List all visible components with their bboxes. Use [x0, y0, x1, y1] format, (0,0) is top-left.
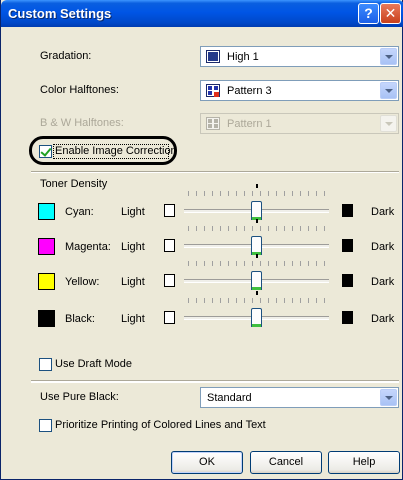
question-icon: ?	[364, 5, 373, 21]
gradation-label: Gradation:	[40, 50, 92, 62]
dark-end-icon	[342, 239, 353, 252]
color-halftones-value: Pattern 3	[227, 85, 272, 97]
light-end-icon	[164, 274, 175, 287]
light-end-icon	[164, 239, 175, 252]
dark-label: Dark	[371, 241, 395, 253]
gradation-select[interactable]: High 1	[200, 46, 399, 67]
image-correction-checkbox[interactable]	[39, 145, 52, 158]
dark-end-icon	[342, 274, 353, 287]
title-bar[interactable]: Custom Settings ? ✕	[1, 0, 403, 27]
bw-halftones-select: Pattern 1	[200, 113, 399, 134]
center-tick	[256, 291, 258, 295]
slider-thumb[interactable]	[251, 308, 262, 327]
help-button[interactable]: Help	[328, 451, 400, 474]
draft-mode-label[interactable]: Use Draft Mode	[55, 358, 132, 370]
light-end-icon	[164, 311, 175, 324]
light-label: Light	[121, 276, 145, 288]
chevron-down-icon	[380, 115, 397, 132]
slider-thumb[interactable]	[251, 271, 262, 290]
chevron-down-icon[interactable]	[380, 389, 397, 406]
tick-marks	[188, 226, 325, 231]
slider-thumb[interactable]	[251, 201, 262, 220]
draft-mode-checkbox[interactable]	[39, 358, 52, 371]
dark-label: Dark	[371, 313, 395, 325]
tick-marks	[188, 298, 325, 303]
light-label: Light	[121, 241, 145, 253]
separator	[31, 380, 399, 382]
light-label: Light	[121, 206, 145, 218]
dark-label: Dark	[371, 206, 395, 218]
help-titlebar-button[interactable]: ?	[358, 3, 379, 24]
pure-black-select[interactable]: Standard	[200, 387, 399, 408]
color-swatch	[38, 238, 55, 255]
dark-end-icon	[342, 311, 353, 324]
center-tick	[256, 254, 258, 258]
image-correction-label[interactable]: Enable Image Correction	[55, 145, 177, 157]
channel-label: Yellow:	[65, 276, 100, 288]
ok-button[interactable]: OK	[171, 451, 243, 474]
close-icon: ✕	[384, 5, 397, 21]
color-halftones-select[interactable]: Pattern 3	[200, 80, 399, 101]
gradation-value: High 1	[227, 51, 259, 63]
tick-marks	[188, 261, 325, 266]
slider-thumb[interactable]	[251, 236, 262, 255]
pure-black-label: Use Pure Black:	[40, 391, 119, 403]
channel-label: Cyan:	[65, 206, 94, 218]
channel-label: Magenta:	[65, 241, 111, 253]
color-pattern-icon	[206, 84, 220, 97]
prioritize-checkbox[interactable]	[39, 419, 52, 432]
color-halftones-label: Color Halftones:	[40, 84, 119, 96]
pure-black-value: Standard	[207, 392, 252, 404]
light-label: Light	[121, 313, 145, 325]
light-end-icon	[164, 204, 175, 217]
tick-marks	[188, 191, 325, 196]
separator	[31, 171, 399, 173]
center-tick	[256, 184, 258, 188]
center-tick	[256, 219, 258, 223]
toner-density-heading: Toner Density	[40, 178, 108, 190]
dark-label: Dark	[371, 276, 395, 288]
color-swatch	[38, 203, 55, 220]
custom-settings-dialog: Custom Settings ? ✕ Gradation: High 1 Co…	[0, 0, 403, 480]
color-swatch	[38, 310, 55, 327]
channel-label: Black:	[65, 313, 95, 325]
cancel-button[interactable]: Cancel	[250, 451, 322, 474]
chevron-down-icon[interactable]	[380, 48, 397, 65]
close-button[interactable]: ✕	[380, 3, 401, 24]
chevron-down-icon[interactable]	[380, 82, 397, 99]
window-title: Custom Settings	[8, 6, 112, 21]
bw-pattern-icon	[206, 117, 220, 130]
bw-halftones-label: B & W Halftones:	[40, 117, 124, 129]
prioritize-label[interactable]: Prioritize Printing of Colored Lines and…	[55, 419, 266, 431]
color-swatch	[38, 273, 55, 290]
gradation-icon	[206, 50, 220, 63]
dark-end-icon	[342, 204, 353, 217]
bw-halftones-value: Pattern 1	[227, 118, 272, 130]
